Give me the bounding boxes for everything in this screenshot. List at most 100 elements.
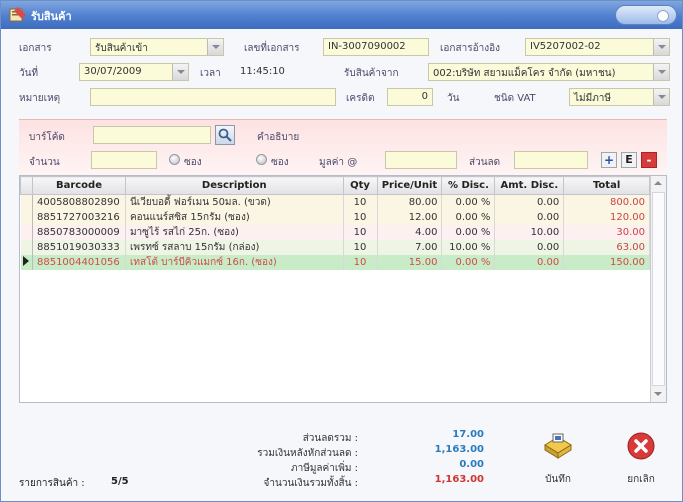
remove-item-button[interactable]: - [641,152,657,168]
edit-item-button[interactable]: E [621,152,637,168]
cell-description: นีเวียบอดี้ ฟอร์เมน 50มล. (ขวด) [125,194,344,210]
window-title: รับสินค้า [31,10,72,23]
doc-no-value: IN-3007090002 [328,41,406,52]
cell-disc-amt: 10.00 [494,225,565,240]
credit-field[interactable]: 0 [387,88,433,106]
unit-radio-1[interactable] [169,154,180,165]
qty-entry-field[interactable] [91,151,157,169]
unit-option-1-label: ซอง [184,157,202,168]
close-icon [627,432,655,460]
grid-vertical-scrollbar[interactable] [650,176,666,402]
note-field[interactable] [90,88,336,106]
doc-type-select[interactable]: รับสินค้าเข้า [90,38,224,56]
description-entry-label: คำอธิบาย [257,132,300,143]
col-total-header[interactable]: Total [563,176,650,195]
cell-barcode: 8850783000009 [32,225,126,240]
discount-entry-field[interactable] [514,151,588,169]
row-indicator [20,210,33,225]
item-count-value: 5/5 [111,476,129,487]
received-from-select[interactable]: 002:บริษัท สยามแม็คโคร จำกัด (มหาชน) [428,63,670,81]
cell-barcode: 8851004401056 [32,255,126,270]
items-grid: Barcode Description Qty Price/Unit % Dis… [19,175,667,403]
cell-description: มาซูไร้ รสไก่ 25ก. (ซอง) [125,225,344,240]
qty-entry-label: จำนวน [29,157,60,168]
chevron-down-icon[interactable] [653,89,669,105]
cell-disc-pct: 0.00 % [441,194,496,210]
chevron-down-icon[interactable] [172,64,188,80]
ref-doc-value: IV5207002-02 [530,41,601,52]
cell-qty: 10 [343,210,378,225]
add-item-button[interactable]: + [601,152,617,168]
cell-disc-pct: 0.00 % [441,210,496,225]
row-indicator [20,240,33,255]
table-row[interactable]: 8851727003216 คอนแนร์สซิส 15กรัม (ซอง) 1… [20,210,650,225]
after-discount-label: รวมเงินหลังหักส่วนลด : [257,448,358,459]
cell-total: 120.00 [563,210,650,225]
date-picker[interactable]: 30/07/2009 [79,63,189,81]
receive-goods-app-icon [9,7,26,22]
vat-type-select[interactable]: ไม่มีภาษี [569,88,670,106]
table-row[interactable]: 8850783000009 มาซูไร้ รสไก่ 25ก. (ซอง) 1… [20,225,650,240]
cell-total: 800.00 [563,194,650,210]
cell-qty: 10 [343,225,378,240]
save-button[interactable]: บันทึก [536,431,580,489]
scroll-up-icon[interactable] [651,176,666,191]
search-barcode-button[interactable] [215,125,235,145]
col-description-header[interactable]: Description [124,176,344,195]
col-qty-header[interactable]: Qty [342,176,378,195]
cell-description: เทสโต้ บาร์บีคิวแมกซ์ 16ก. (ซอง) [125,255,344,270]
after-discount-value: 1,163.00 [434,444,484,455]
cell-barcode: 8851727003216 [32,210,126,225]
window-close-button[interactable] [615,5,677,25]
grand-total-label: จำนวนเงินรวมทั้งสิ้น : [263,478,358,489]
cell-barcode: 8851019030333 [32,240,126,255]
row-indicator-header [20,176,33,195]
current-row-arrow-icon [22,256,29,266]
cell-disc-pct: 10.00 % [441,240,496,255]
unit-option-2-label: ซอง [271,157,289,168]
vat-label: ชนิด VAT [494,93,536,104]
chevron-down-icon[interactable] [207,39,223,55]
row-indicator [20,194,33,210]
unit-radio-2[interactable] [256,154,267,165]
cell-qty: 10 [343,240,378,255]
doc-type-value: รับสินค้าเข้า [95,43,148,54]
received-from-label: รับสินค้าจาก [344,68,399,79]
cell-qty: 10 [343,255,378,270]
cell-barcode: 4005808802890 [32,194,126,210]
discount-entry-label: ส่วนลด [469,157,501,168]
credit-value: 0 [421,91,428,102]
cell-total: 63.00 [563,240,650,255]
item-entry-panel: บาร์โค้ด คำอธิบาย จำนวน ซอง ซอง มูลค่า @… [19,119,667,175]
col-price-header[interactable]: Price/Unit [376,176,443,195]
cell-total: 150.00 [563,255,650,270]
scroll-down-icon[interactable] [651,387,666,402]
col-barcode-header[interactable]: Barcode [31,176,126,195]
cell-price: 7.00 [377,240,443,255]
row-indicator [20,225,33,240]
barcode-entry-field[interactable] [93,126,211,144]
table-row[interactable]: 8851019030333 เพรทซ์ รสลาบ 15กรัม (กล่อง… [20,240,650,255]
col-disc-pct-header[interactable]: % Disc. [441,176,496,195]
scroll-thumb[interactable] [652,192,665,386]
doc-no-field[interactable]: IN-3007090002 [323,38,429,56]
cancel-button[interactable]: ยกเลิก [619,431,663,489]
received-from-value: 002:บริษัท สยามแม็คโคร จำกัด (มหาชน) [433,68,616,79]
cell-disc-amt: 0.00 [494,240,565,255]
table-row-selected[interactable]: 8851004401056 เทสโต้ บาร์บีคิวแมกซ์ 16ก.… [20,255,650,270]
credit-label: เครดิต [346,93,375,104]
date-value: 30/07/2009 [84,66,142,77]
chevron-down-icon[interactable] [653,39,669,55]
unit-price-entry-field[interactable] [385,151,457,169]
grid-header-row: Barcode Description Qty Price/Unit % Dis… [20,176,650,195]
ref-doc-select[interactable]: IV5207002-02 [525,38,670,56]
cell-disc-amt: 0.00 [494,210,565,225]
col-disc-amt-header[interactable]: Amt. Disc. [494,176,565,195]
items-table: Barcode Description Qty Price/Unit % Dis… [20,176,650,270]
date-label: วันที่ [19,68,39,79]
cell-description: คอนแนร์สซิส 15กรัม (ซอง) [125,210,344,225]
cell-price: 12.00 [377,210,443,225]
table-row[interactable]: 4005808802890 นีเวียบอดี้ ฟอร์เมน 50มล. … [20,194,650,210]
vat-total-label: ภาษีมูลค่าเพิ่ม : [291,463,358,474]
chevron-down-icon[interactable] [653,64,669,80]
